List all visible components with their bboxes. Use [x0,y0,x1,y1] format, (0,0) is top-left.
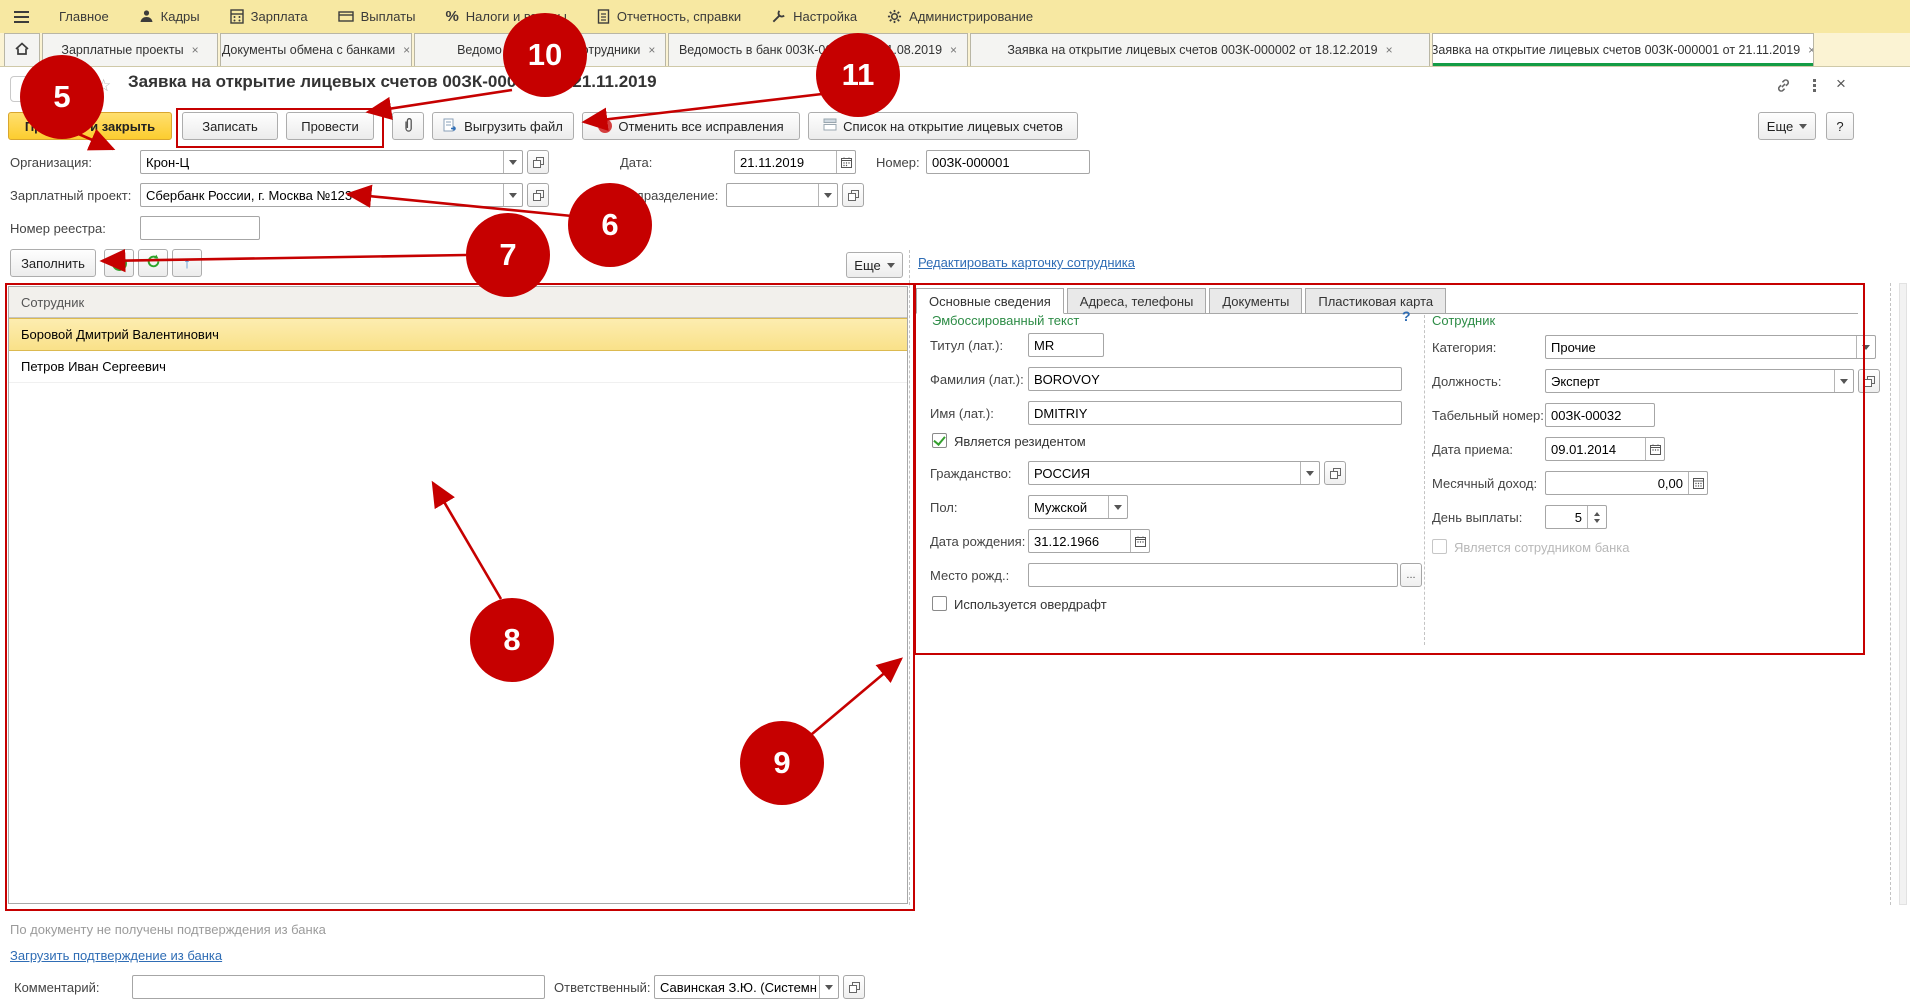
chevron-down-icon [887,263,895,272]
annotation-circle-10: 10 [503,13,587,97]
project-label: Зарплатный проект: [10,188,131,203]
cancel-all-edits-button[interactable]: × Отменить все исправления [582,112,800,140]
registry-number-field[interactable] [140,216,260,240]
responsible-open-icon[interactable] [843,975,865,999]
menu-item-administrirovanie[interactable]: Администрирование [887,9,1033,24]
annotation-circle-11: 11 [816,33,900,117]
open-windows-tabbar: Зарплатные проекты× Документы обмена с б… [0,33,1910,67]
project-open-icon[interactable] [527,183,549,207]
department-open-icon[interactable] [842,183,864,207]
table-more-button[interactable]: Еще [846,252,903,278]
paperclip-icon [402,117,415,136]
attachments-button[interactable] [392,112,424,140]
comment-label: Комментарий: [14,980,100,995]
tab-close-icon[interactable]: × [648,43,655,57]
organization-open-icon[interactable] [527,150,549,174]
dropdown-icon[interactable] [503,184,522,206]
tab-zayavka-000001-active[interactable]: Заявка на открытие лицевых счетов 00ЗК-0… [1432,33,1814,66]
tab-home[interactable] [4,33,40,66]
annotation-circle-6: 6 [568,183,652,267]
menu-item-main[interactable]: Главное [59,9,109,24]
move-up-button[interactable]: ↑ [172,249,202,277]
main-menu-bar: Главное Кадры Зарплата Выплаты % Налоги … [0,0,1910,33]
refresh-button[interactable] [138,249,168,277]
tab-close-icon[interactable]: × [1386,43,1393,57]
tab-close-icon[interactable]: × [950,43,957,57]
close-window-icon[interactable]: × [1836,74,1846,94]
open-accounts-list-button[interactable]: Список на открытие лицевых счетов [808,112,1078,140]
date-field[interactable]: 21.11.2019 [734,150,856,174]
help-button[interactable]: ? [1826,112,1854,140]
home-icon [14,41,30,59]
tab-close-icon[interactable]: × [192,43,199,57]
edit-employee-card-link[interactable]: Редактировать карточку сотрудника [918,255,1135,270]
fill-button[interactable]: Заполнить [10,249,96,277]
menu-item-kadry[interactable]: Кадры [139,9,200,24]
department-field[interactable] [726,183,838,207]
dropdown-icon[interactable] [819,976,838,998]
annotation-box-card-panel [914,283,1865,655]
app-window: Главное Кадры Зарплата Выплаты % Налоги … [0,0,1910,1003]
annotation-box-save-post [176,108,384,148]
calculator-icon [230,9,244,24]
dropdown-icon[interactable] [503,151,522,173]
annotation-circle-5: 5 [20,55,104,139]
number-field[interactable]: 00ЗК-000001 [926,150,1090,174]
more-commands-icon[interactable] [1813,79,1816,92]
scrollbar[interactable] [1899,283,1907,905]
tab-close-icon[interactable]: × [403,43,410,57]
list-icon [823,118,837,134]
gear-icon [887,9,902,24]
report-icon [597,9,610,24]
percent-icon: % [445,8,458,25]
organization-label: Организация: [10,155,92,170]
export-file-icon [443,118,458,135]
export-file-button[interactable]: Выгрузить файл [432,112,574,140]
annotation-circle-9: 9 [740,721,824,805]
responsible-label: Ответственный: [554,980,650,995]
banknote-icon [338,10,354,23]
bank-confirmation-status: По документу не получены подтверждения и… [10,922,326,937]
comment-field[interactable] [132,975,545,999]
tab-close-icon[interactable]: × [1808,43,1814,57]
annotation-circle-8: 8 [470,598,554,682]
annotation-box-table [5,283,915,911]
project-field[interactable]: Сбербанк России, г. Москва №123 [140,183,523,207]
person-icon [139,9,154,24]
menu-item-vyplaty[interactable]: Выплаты [338,9,416,24]
calendar-icon[interactable] [836,151,855,173]
date-label: Дата: [620,155,652,170]
menu-item-otchetnost[interactable]: Отчетность, справки [597,9,741,24]
up-arrow-icon: ↑ [183,255,191,272]
tab-zayavka-000002[interactable]: Заявка на открытие лицевых счетов 00ЗК-0… [970,33,1430,66]
wrench-icon [771,9,786,24]
plus-icon: + [112,256,127,271]
organization-field[interactable]: Крон-Ц [140,150,523,174]
tab-dokumenty-obmena[interactable]: Документы обмена с банками× [220,33,412,66]
number-label: Номер: [876,155,920,170]
toolbar-more-button[interactable]: Еще [1758,112,1816,140]
dropdown-icon[interactable] [818,184,837,206]
right-edge-splitter [1890,283,1891,905]
hamburger-icon[interactable] [14,11,29,23]
annotation-circle-7: 7 [466,213,550,297]
add-row-button[interactable]: + [104,249,134,277]
responsible-field[interactable]: Савинская З.Ю. (Системн [654,975,839,999]
cancel-icon: × [598,119,612,133]
load-confirmation-link[interactable]: Загрузить подтверждение из банка [10,948,222,963]
registry-number-label: Номер реестра: [10,221,106,236]
get-link-icon[interactable] [1775,77,1792,97]
menu-item-nastroyka[interactable]: Настройка [771,9,857,24]
menu-item-zarplata[interactable]: Зарплата [230,9,308,24]
chevron-down-icon [1799,124,1807,133]
refresh-icon [146,254,161,272]
